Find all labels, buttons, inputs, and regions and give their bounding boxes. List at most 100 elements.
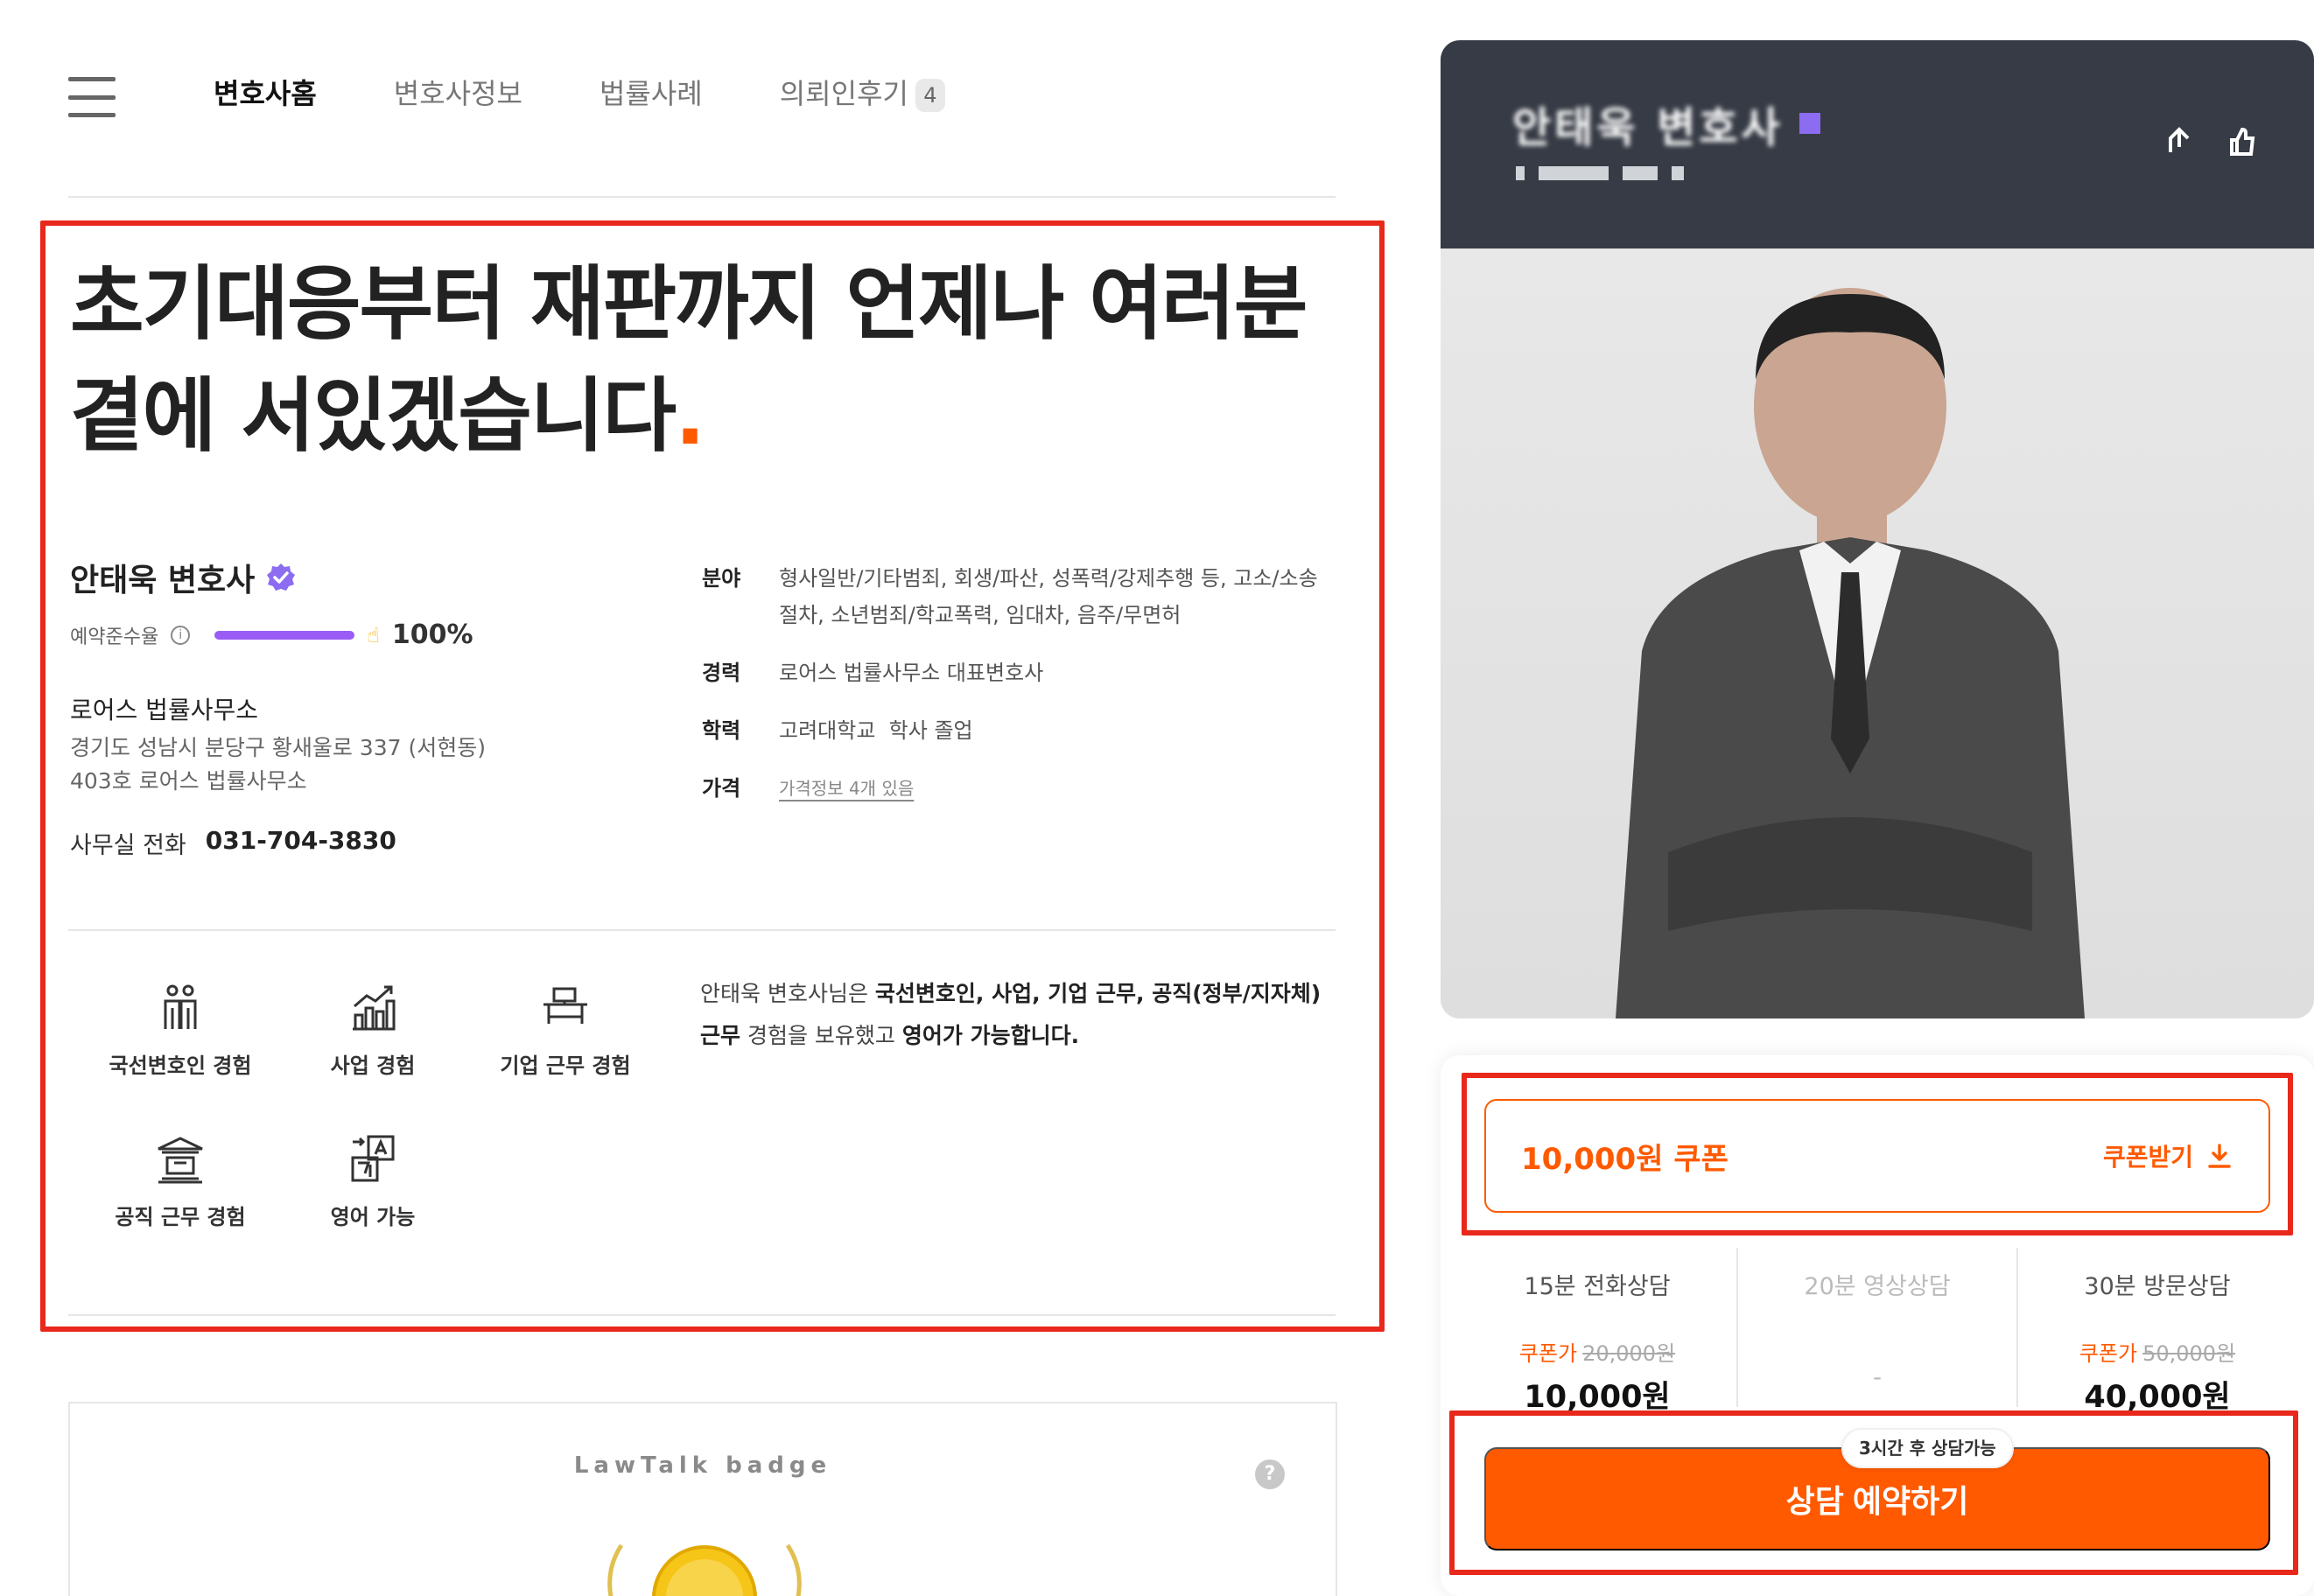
info-value: 고려대학교 학사 졸업 <box>779 718 973 743</box>
experience-description: 안태욱 변호사님은 국선변호인, 사업, 기업 근무, 공직(정부/지자체) 근… <box>700 973 1322 1057</box>
profile-tabs: 변호사홈 변호사정보 법률사례 의뢰인후기 4 <box>214 72 945 112</box>
profile-name: 안태욱 변호사 <box>1512 93 1820 154</box>
option-unavailable: - <box>1872 1362 1883 1391</box>
experience-item: 국선변호인 경험 <box>84 982 277 1079</box>
info-row-education: 학력 고려대학교 학사 졸업 <box>702 712 1332 749</box>
office-phone: 사무실 전화 031-704-3830 <box>70 826 396 860</box>
info-value: 형사일반/기타범죄, 회생/파산, 성폭력/강제추행 등, 고소/소송절차, 소… <box>779 566 1318 627</box>
lawyer-photo-silhouette <box>1616 288 2085 1018</box>
divider <box>68 1314 1336 1316</box>
lawyer-profile-card: 안태욱 변호사 <box>1441 40 2314 1018</box>
booking-card: 10,000원 쿠폰 쿠폰받기 15분 전화상담 쿠폰가 20,000원 10,0… <box>1441 1055 2314 1596</box>
info-key: 경력 <box>702 661 741 685</box>
profile-name-text: 안태욱 변호사 <box>1512 103 1784 152</box>
office-name: 로어스 법률사무소 <box>70 696 258 724</box>
lawtalk-badge-section: LawTalk badge ? <box>68 1402 1337 1596</box>
experience-label: 국선변호인 경험 <box>109 1054 252 1078</box>
option-phone-consult[interactable]: 15분 전화상담 쿠폰가 20,000원 10,000원 <box>1458 1248 1736 1415</box>
share-icon[interactable] <box>2163 126 2195 158</box>
option-original-price: 쿠폰가 50,000원 <box>2018 1336 2296 1367</box>
info-key: 학력 <box>702 718 741 743</box>
option-title: 20분 영상상담 <box>1804 1273 1951 1300</box>
help-icon[interactable]: ? <box>1255 1460 1285 1489</box>
hamburger-menu-icon[interactable] <box>68 77 116 117</box>
profile-actions <box>2163 126 2258 158</box>
experience-grid: 국선변호인 경험 사업 경험 기업 근무 경험 공직 근무 경험 영어 가능 <box>84 982 662 1230</box>
coupon-amount: 10,000원 쿠폰 <box>1521 1141 1728 1177</box>
government-building-icon <box>158 1137 203 1184</box>
experience-item: 공직 근무 경험 <box>84 1133 277 1230</box>
review-count-badge: 4 <box>915 79 945 112</box>
divider <box>68 196 1336 198</box>
download-icon <box>2208 1144 2231 1168</box>
profile-header: 안태욱 변호사 <box>1441 40 2314 248</box>
experience-item: 사업 경험 <box>277 982 469 1079</box>
tab-client-reviews[interactable]: 의뢰인후기 4 <box>780 72 945 112</box>
option-original-price: 쿠폰가 20,000원 <box>1458 1336 1736 1367</box>
tab-client-reviews-label: 의뢰인후기 <box>779 77 908 110</box>
rate-progress-fill <box>214 630 355 640</box>
headline-dot: . <box>675 369 705 463</box>
coupon-get-button[interactable]: 쿠폰받기 <box>2103 1138 2233 1173</box>
address-line-2: 403호 로어스 법률사무소 <box>70 768 307 794</box>
info-row-field: 분야 형사일반/기타범죄, 회생/파산, 성폭력/강제추행 등, 고소/소송절차… <box>702 560 1332 634</box>
strikethrough-price: 50,000원 <box>2142 1341 2236 1366</box>
page-headline: 초기대응부터 재판까지 언제나 여러분 곁에 서있겠습니다. <box>70 248 1339 472</box>
option-video-consult: 20분 영상상담 - <box>1736 1248 2016 1407</box>
coupon-price-label: 쿠폰가 <box>1518 1341 1578 1366</box>
option-title: 15분 전화상담 <box>1524 1273 1671 1300</box>
tab-lawyer-info[interactable]: 변호사정보 <box>394 72 522 112</box>
exp-desc-text: 안태욱 변호사님은 <box>700 981 875 1006</box>
info-row-career: 경력 로어스 법률사무소 대표변호사 <box>702 654 1332 691</box>
rate-progress-bar <box>214 630 355 640</box>
headline-line-1: 초기대응부터 재판까지 언제나 여러분 <box>70 257 1308 351</box>
headline-line-2: 곁에 서있겠습니다 <box>70 369 677 463</box>
lawyer-photo <box>1441 248 2314 1018</box>
phone-number[interactable]: 031-704-3830 <box>206 826 396 860</box>
experience-item: 기업 근무 경험 <box>469 982 662 1079</box>
coupon-price-label: 쿠폰가 <box>2079 1341 2138 1366</box>
info-icon[interactable]: i <box>171 625 191 645</box>
office-address: 경기도 성남시 분당구 황새울로 337 (서현동) 403호 로어스 법률사무… <box>70 732 560 798</box>
info-key: 가격 <box>702 776 741 801</box>
consultation-options: 15분 전화상담 쿠폰가 20,000원 10,000원 20분 영상상담 - 3… <box>1458 1248 2296 1415</box>
verified-badge-icon <box>1799 113 1820 134</box>
badge-section-title: LawTalk badge <box>573 1452 832 1479</box>
thumbs-up-icon[interactable] <box>2226 126 2258 158</box>
experience-item: 영어 가능 <box>277 1133 469 1230</box>
reservation-rate: 예약준수율 i ☝ 100% <box>70 620 473 650</box>
option-visit-consult[interactable]: 30분 방문상담 쿠폰가 50,000원 40,000원 <box>2016 1248 2296 1415</box>
price-info-link[interactable]: 가격정보 4개 있음 <box>779 770 914 807</box>
address-line-1: 경기도 성남시 분당구 황새울로 337 (서현동) <box>70 735 486 760</box>
translate-icon <box>351 1135 395 1182</box>
coupon-get-label: 쿠폰받기 <box>2102 1143 2193 1172</box>
experience-label: 영어 가능 <box>330 1205 416 1229</box>
exp-desc-bold: 영어가 가능합니다. <box>901 1023 1080 1048</box>
desk-icon <box>543 987 587 1024</box>
rate-value: 100% <box>391 620 473 650</box>
tab-legal-cases[interactable]: 법률사례 <box>600 72 703 112</box>
tab-lawyer-home[interactable]: 변호사홈 <box>214 72 317 112</box>
people-icon <box>164 984 197 1029</box>
phone-label: 사무실 전화 <box>70 832 186 859</box>
coupon-banner[interactable]: 10,000원 쿠폰 쿠폰받기 <box>1484 1099 2270 1213</box>
info-key: 분야 <box>702 566 741 591</box>
lawyer-name: 안태욱 변호사 <box>70 555 297 600</box>
pointing-hand-icon: ☝ <box>367 622 380 648</box>
rate-label: 예약준수율 <box>70 626 159 648</box>
profile-subtitle-redacted <box>1516 166 1708 182</box>
availability-tooltip: 3시간 후 상담가능 <box>1841 1428 2014 1468</box>
divider <box>68 929 1336 931</box>
exp-desc-text: 경험을 보유했고 <box>740 1023 902 1048</box>
experience-label: 사업 경험 <box>330 1054 416 1078</box>
growth-chart-icon <box>353 985 396 1031</box>
lawyer-name-text: 안태욱 변호사 <box>70 563 256 598</box>
option-title: 30분 방문상담 <box>2084 1273 2231 1300</box>
laurel-medal-icon <box>607 1544 802 1596</box>
lawyer-info-table: 분야 형사일반/기타범죄, 회생/파산, 성폭력/강제추행 등, 고소/소송절차… <box>702 560 1332 828</box>
strikethrough-price: 20,000원 <box>1582 1341 1676 1366</box>
experience-label: 공직 근무 경험 <box>115 1205 246 1229</box>
verified-badge-icon <box>267 564 296 591</box>
experience-label: 기업 근무 경험 <box>500 1054 631 1078</box>
info-value: 로어스 법률사무소 대표변호사 <box>779 661 1044 685</box>
